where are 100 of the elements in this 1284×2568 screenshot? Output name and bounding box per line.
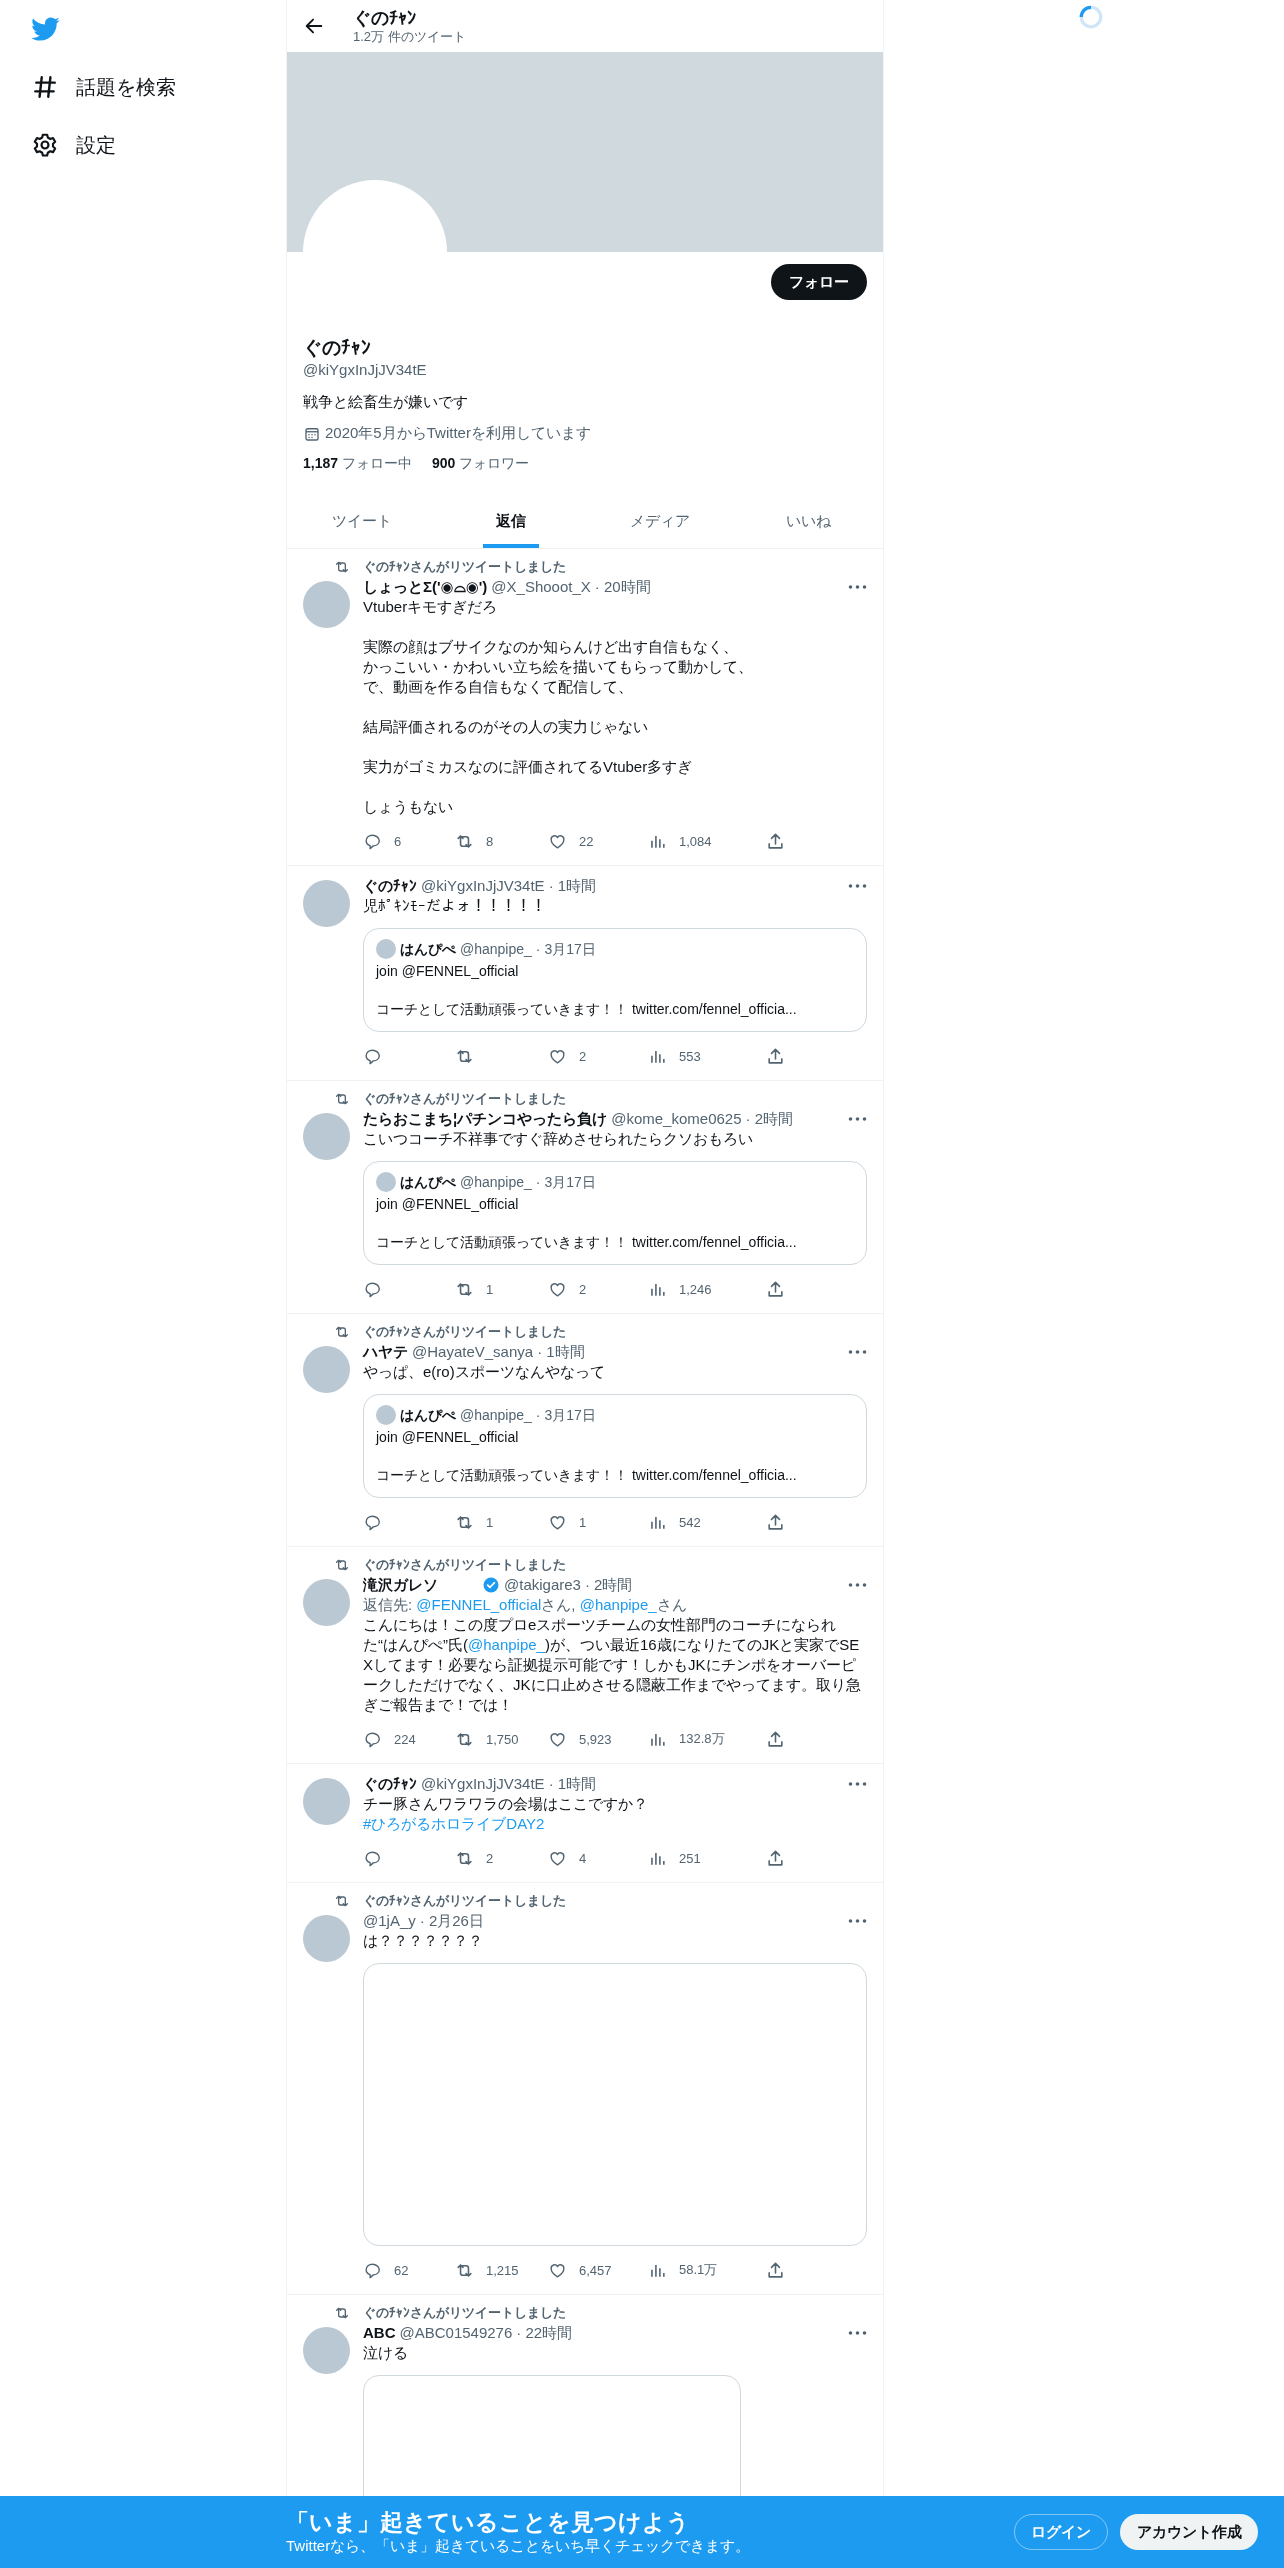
like-button[interactable]: 6,457	[548, 2260, 612, 2280]
profile-tab[interactable]: メディア	[585, 495, 734, 548]
quoted-tweet-text: コーチとして活動頑張っていきます！！ twitter.com/fennel_officia...	[376, 1466, 798, 1485]
tweet-text: 児ﾎﾟｷﾝﾓｰだよォ！！！！！	[363, 896, 547, 916]
more-button[interactable]	[848, 585, 867, 589]
hashtag-icon	[32, 74, 58, 100]
sidebar-item[interactable]: 話題を検索	[30, 58, 286, 116]
author-name[interactable]: しょっとΣ('◉⌓◉')	[363, 577, 488, 597]
tweet-text: Vtuberキモすぎだろ	[363, 597, 499, 617]
reply-button[interactable]: 62	[363, 2260, 409, 2280]
like-button[interactable]: 1	[548, 1512, 587, 1532]
retweet-button[interactable]: 1	[455, 1279, 494, 1299]
following-link[interactable]: 1,187 フォロー中	[303, 455, 413, 473]
tweet-time[interactable]: · 2時間	[584, 1575, 633, 1595]
share-button[interactable]	[766, 1046, 785, 1066]
author-handle[interactable]: @takigare3	[504, 1575, 581, 1595]
more-icon	[848, 2331, 867, 2335]
profile-tab[interactable]: ツイート	[287, 495, 436, 548]
author-handle[interactable]: @kome_kome0625	[611, 1109, 742, 1129]
tweet-time[interactable]: · 2月26日	[419, 1911, 484, 1931]
more-button[interactable]	[848, 1919, 867, 1923]
tweet-time[interactable]: · 22時間	[516, 2323, 573, 2343]
reply-button[interactable]	[363, 1848, 382, 1868]
like-button[interactable]: 2	[548, 1046, 587, 1066]
author-name[interactable]: 滝沢ガレソ	[363, 1575, 438, 1595]
tweet-text: 結局評価されるのがその人の実力じゃない	[363, 717, 649, 737]
share-button[interactable]	[766, 1729, 785, 1749]
signup-button[interactable]: アカウント作成	[1120, 2514, 1258, 2550]
retweet-notice: ぐのﾁｬﾝさんがリツイートしました	[363, 1557, 567, 1573]
author-handle[interactable]: @1jA_y	[363, 1911, 416, 1931]
reply-to-line: 返信先: @FENNEL_officialさん, @hanpipe_さん	[363, 1595, 688, 1615]
share-button[interactable]	[766, 1848, 785, 1868]
share-icon	[766, 831, 785, 851]
more-button[interactable]	[848, 1782, 867, 1786]
reply-icon	[363, 831, 382, 851]
views-button[interactable]: 542	[648, 1512, 701, 1532]
tweet-time[interactable]: · 20時間	[594, 577, 651, 597]
tweet-time[interactable]: · 2時間	[745, 1109, 794, 1129]
author-name[interactable]: ぐのﾁｬﾝ	[363, 876, 417, 896]
like-button[interactable]: 2	[548, 1279, 587, 1299]
author-name[interactable]: ABC	[363, 2323, 396, 2343]
author-handle[interactable]: @HayateV_sanya	[412, 1342, 534, 1362]
author-name[interactable]: ぐのﾁｬﾝ	[363, 1774, 417, 1794]
reply-button[interactable]: 224	[363, 1729, 416, 1749]
sidebar-item[interactable]: 設定	[30, 116, 286, 174]
like-button[interactable]: 5,923	[548, 1729, 612, 1749]
views-button[interactable]: 132.8万	[648, 1729, 725, 1749]
like-button[interactable]: 22	[548, 831, 594, 851]
author-handle[interactable]: @ABC01549276	[399, 2323, 513, 2343]
author-handle[interactable]: @kiYgxInJjJV34tE	[421, 1774, 545, 1794]
reply-button[interactable]: 6	[363, 831, 402, 851]
quoted-tweet-time: · 3月17日	[535, 940, 596, 959]
retweet-button[interactable]: 2	[455, 1848, 494, 1868]
quoted-tweet[interactable]: はんぴぺ @hanpipe_ · 3月17日 join @FENNEL_official コーチとして活動頑張っていきます！！ twitter.com/fennel_officia...	[363, 1161, 867, 1265]
reply-button[interactable]	[363, 1279, 382, 1299]
more-button[interactable]	[848, 884, 867, 888]
retweet-button[interactable]: 8	[455, 831, 494, 851]
retweet-button[interactable]: 1,215	[455, 2260, 519, 2280]
tweet-text: 実際の顔はブサイクなのか知らんけど出す自信もなく、	[363, 637, 739, 657]
retweet-icon	[334, 1324, 350, 1340]
followers-link[interactable]: 900 フォロワー	[432, 455, 530, 473]
share-icon	[766, 1848, 785, 1868]
share-button[interactable]	[766, 831, 785, 851]
quoted-tweet-text: join @FENNEL_official	[376, 1195, 520, 1214]
views-button[interactable]: 1,084	[648, 831, 712, 851]
views-button[interactable]: 58.1万	[648, 2260, 718, 2280]
author-name[interactable]: ハヤテ	[363, 1342, 408, 1362]
reply-icon	[363, 1729, 382, 1749]
quoted-tweet[interactable]: はんぴぺ @hanpipe_ · 3月17日 join @FENNEL_official コーチとして活動頑張っていきます！！ twitter.com/fennel_officia...	[363, 1394, 867, 1498]
share-button[interactable]	[766, 1279, 785, 1299]
views-button[interactable]: 1,246	[648, 1279, 712, 1299]
quoted-author-handle: @hanpipe_	[460, 1406, 532, 1425]
views-button[interactable]: 553	[648, 1046, 701, 1066]
profile-tab[interactable]: 返信	[436, 495, 585, 548]
views-button[interactable]: 251	[648, 1848, 701, 1868]
author-handle[interactable]: @X_Shooot_X	[491, 577, 591, 597]
author-handle[interactable]: @kiYgxInJjJV34tE	[421, 876, 545, 896]
more-button[interactable]	[848, 1583, 867, 1587]
tweet-text: しょうもない	[363, 797, 454, 817]
avatar	[376, 1405, 396, 1425]
author-name[interactable]: たらおこまち¦パチンコやったら負け	[363, 1109, 608, 1129]
quoted-author-name: はんぴぺ	[400, 1406, 456, 1425]
reply-icon	[363, 1046, 382, 1066]
follow-button[interactable]: フォロー	[771, 264, 867, 300]
share-button[interactable]	[766, 2260, 785, 2280]
tweet-time[interactable]: · 1時間	[537, 1342, 585, 1362]
more-button[interactable]	[848, 2331, 867, 2335]
reply-button[interactable]	[363, 1046, 382, 1066]
retweet-button[interactable]: 1,750	[455, 1729, 519, 1749]
tweet-time[interactable]: · 1時間	[548, 876, 597, 896]
share-button[interactable]	[766, 1512, 785, 1532]
more-button[interactable]	[848, 1117, 867, 1121]
like-button[interactable]: 4	[548, 1848, 587, 1868]
tweet-time[interactable]: · 1時間	[548, 1774, 597, 1794]
reply-button[interactable]	[363, 1512, 382, 1532]
quoted-tweet[interactable]: はんぴぺ @hanpipe_ · 3月17日 join @FENNEL_official コーチとして活動頑張っていきます！！ twitter.com/fennel_officia...	[363, 928, 867, 1032]
retweet-button[interactable]: 1	[455, 1512, 494, 1532]
more-button[interactable]	[848, 1350, 867, 1354]
share-icon	[766, 1046, 785, 1066]
profile-tab[interactable]: いいね	[734, 495, 883, 548]
